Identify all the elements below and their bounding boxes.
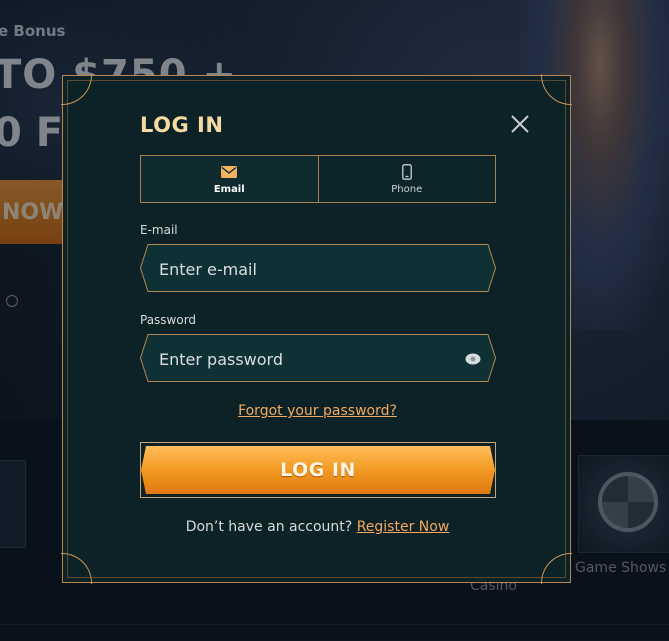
envelope-icon (221, 164, 238, 180)
modal-title: LOG IN (140, 113, 224, 137)
password-label: Password (140, 313, 197, 327)
password-field[interactable] (157, 335, 461, 383)
email-label: E-mail (140, 223, 178, 237)
eye-icon[interactable] (465, 351, 481, 365)
forgot-password-link[interactable]: Forgot your password? (63, 403, 572, 419)
email-field[interactable] (157, 245, 461, 293)
login-method-tabs: Email Phone (140, 155, 496, 203)
login-button[interactable]: LOG IN (140, 442, 496, 498)
register-prompt-text: Don’t have an account? (185, 519, 353, 535)
tab-phone-label: Phone (391, 183, 423, 195)
login-button-label: LOG IN (280, 459, 356, 481)
login-modal: LOG IN Email Phone E-mail Enter e-mail P… (61, 74, 572, 584)
register-prompt: Don’t have an account? Register Now (63, 519, 572, 535)
close-icon[interactable] (508, 112, 532, 136)
register-link[interactable]: Register Now (357, 519, 450, 535)
password-field-container (140, 334, 496, 382)
tab-phone[interactable]: Phone (317, 156, 495, 202)
tab-email-label: Email (213, 183, 245, 195)
phone-icon (401, 163, 412, 180)
tab-email[interactable]: Email (141, 156, 318, 202)
email-field-container (140, 244, 496, 292)
